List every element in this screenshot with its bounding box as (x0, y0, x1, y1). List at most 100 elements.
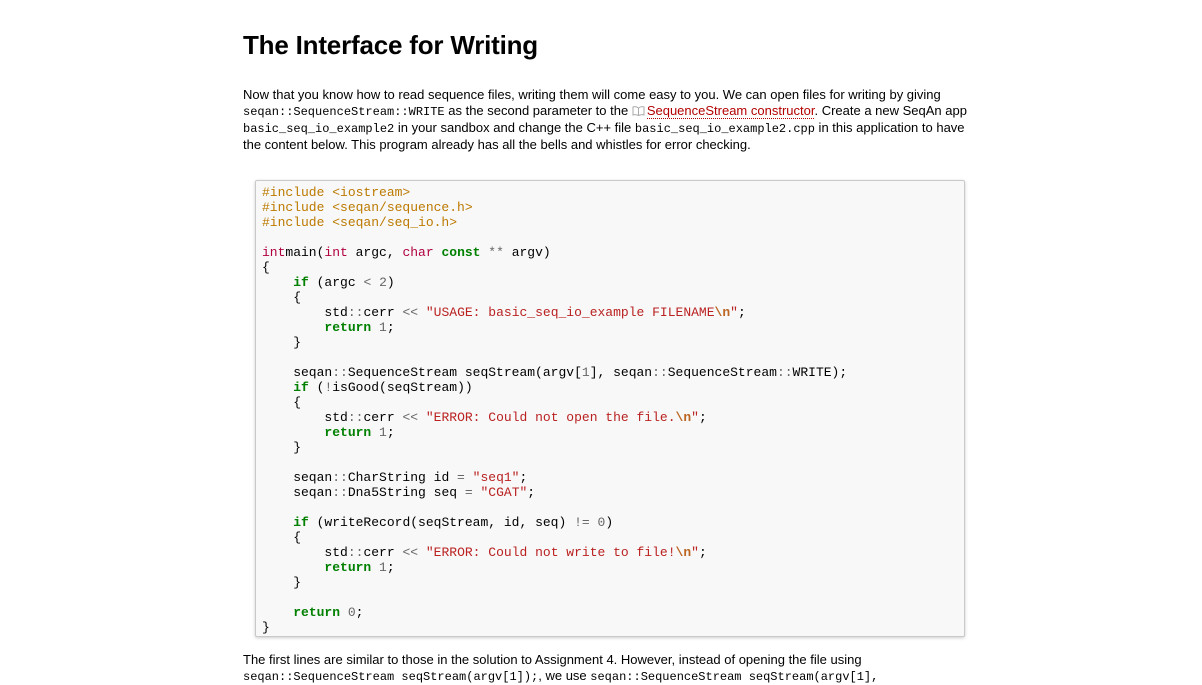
keyword-token: return (293, 605, 341, 620)
keyword-token: return (324, 425, 372, 440)
code-token: ; (386, 560, 395, 575)
string-token: "ERROR: Could not open the file. (425, 410, 676, 425)
code-token: (argc (308, 275, 364, 290)
operator-token: = (464, 485, 473, 500)
operator-token: :: (347, 545, 364, 560)
code-token: } (262, 575, 302, 590)
code-line: seqan::CharString id = "seq1"; (262, 470, 847, 485)
code-token: ( (308, 380, 325, 395)
code-line: std::cerr << "USAGE: basic_seq_io_exampl… (262, 305, 847, 320)
code-token: { (262, 290, 302, 305)
escape-token: \n (675, 545, 692, 560)
code-line: } (262, 620, 847, 635)
code-token: main( (285, 245, 325, 260)
code-token: seqan (262, 470, 333, 485)
code-line: return 1; (262, 320, 847, 335)
code-token: ; (737, 305, 746, 320)
number-token: 1 (379, 560, 387, 575)
code-token: cerr (363, 305, 403, 320)
preprocessor-token: #include <seqan/seq_io.h> (262, 215, 458, 230)
code-line: if (!isGood(seqStream)) (262, 380, 847, 395)
code-line: #include <seqan/seq_io.h> (262, 215, 847, 230)
operator-token: :: (332, 365, 348, 380)
code-token: { (262, 395, 302, 410)
code-token: (writeRecord(seqStream, id, seq) (308, 515, 575, 530)
number-token: 1 (581, 365, 590, 380)
code-token: { (262, 530, 302, 545)
string-token: "CGAT" (480, 485, 528, 500)
code-token: argc, (347, 245, 403, 260)
operator-token: :: (347, 410, 364, 425)
code-token: ; (527, 485, 536, 500)
code-token: ; (698, 545, 707, 560)
outro-paragraph: The first lines are similar to those in … (243, 652, 988, 685)
inline-code: basic_seq_io_example2 (243, 122, 395, 136)
code-token: ; (386, 425, 395, 440)
inline-code: seqan::SequenceStream seqStream(argv[1], (590, 670, 879, 684)
code-line: seqan::SequenceStream seqStream(argv[1],… (262, 365, 847, 380)
code-line: if (argc < 2) (262, 275, 847, 290)
type-token: int (262, 245, 286, 260)
code-line: std::cerr << "ERROR: Could not open the … (262, 410, 847, 425)
operator-token: :: (776, 365, 793, 380)
code-token: SequenceStream seqStream(argv[ (347, 365, 582, 380)
operator-token: :: (347, 305, 364, 320)
code-token: std (262, 410, 348, 425)
preprocessor-token: #include <iostream> (262, 185, 411, 200)
code-token: std (262, 305, 348, 320)
code-line: intmain(int argc, char const ** argv) (262, 245, 847, 260)
outro-text: , we use (538, 668, 591, 683)
code-line: { (262, 395, 847, 410)
code-line: } (262, 440, 847, 455)
inline-code: basic_seq_io_example2.cpp (634, 122, 815, 136)
code-line: return 0; (262, 605, 847, 620)
sequencestream-constructor-link[interactable]: SequenceStream constructor (646, 103, 815, 119)
code-line: #include <iostream> (262, 185, 847, 200)
operator-token: != (574, 515, 590, 530)
operator-token: << (402, 545, 419, 560)
code-token: } (262, 440, 302, 455)
code-token: ) (386, 275, 395, 290)
code-line: { (262, 260, 847, 275)
code-token: { (262, 260, 270, 275)
code-token: std (262, 545, 348, 560)
code-token: cerr (363, 545, 403, 560)
code-listing: #include <iostream> #include <seqan/seque… (262, 185, 847, 635)
number-token: 1 (379, 320, 387, 335)
operator-token: :: (652, 365, 668, 380)
number-token: 1 (379, 425, 387, 440)
code-token: ; (386, 320, 395, 335)
intro-text: as the second parameter to the (444, 103, 632, 118)
code-token: argv) (503, 245, 551, 260)
keyword-token: if (293, 275, 309, 290)
code-line: { (262, 290, 847, 305)
code-token: seqan (262, 365, 333, 380)
code-token: cerr (363, 410, 403, 425)
number-token: 0 (347, 605, 356, 620)
keyword-token: const (441, 245, 481, 260)
type-token: int (324, 245, 348, 260)
string-token: "seq1" (472, 470, 520, 485)
operator-token: << (402, 410, 419, 425)
page-title: The Interface for Writing (243, 30, 538, 60)
code-line: std::cerr << "ERROR: Could not write to … (262, 545, 847, 560)
code-token: WRITE); (792, 365, 848, 380)
code-token: isGood(seqStream)) (332, 380, 473, 395)
operator-token: ** (488, 245, 504, 260)
code-token: SequenceStream (667, 365, 777, 380)
code-token: } (262, 620, 270, 635)
code-token: ; (698, 410, 707, 425)
keyword-token: return (324, 320, 372, 335)
